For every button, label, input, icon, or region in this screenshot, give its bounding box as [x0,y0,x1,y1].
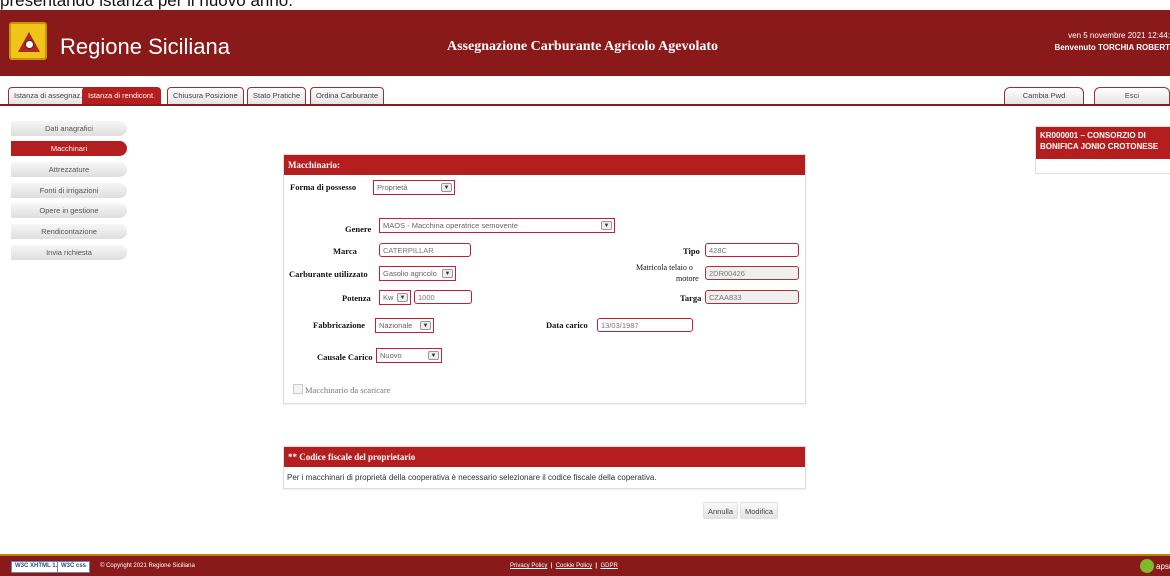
app-header: Regione Siciliana Assegnazione Carburant… [0,10,1170,76]
sidebar-item-dati-anagrafici[interactable]: Dati anagrafici [11,121,127,136]
macchinario-scaricare-checkbox[interactable] [293,384,303,394]
potenza-field[interactable]: 1000 [414,290,472,304]
macchinario-scaricare-label: Macchinario da scaricare [305,385,391,395]
copyright-text: © Copyright 2021 Regione Siciliana [100,563,195,569]
codice-fiscale-title: ** Codice fiscale del proprietario [284,447,805,467]
genere-select[interactable]: MAOS - Macchina operatrice semovente ▼ [379,218,615,233]
tipo-label: Tipo [683,246,700,256]
causale-carico-select[interactable]: Nuovo ▼ [376,348,442,363]
tab-istanza-rendicontazione[interactable]: Istanza di rendicont. [82,87,162,104]
codice-fiscale-note: Per i macchinari di proprietà della coop… [287,473,657,482]
matricola-field[interactable]: 2DR00426 [705,266,799,280]
account-card: KR000001 – CONSORZIO DI BONIFICA JONIO C… [1035,126,1170,174]
chevron-down-icon: ▼ [420,321,431,330]
tab-stato-pratiche[interactable]: Stato Pratiche [247,87,307,104]
tab-esci[interactable]: Esci [1094,87,1170,104]
app-title: Assegnazione Carburante Agricolo Agevola… [447,39,719,54]
data-carico-field[interactable]: 13/03/1987 [597,318,693,332]
sidebar-item-macchinari[interactable]: Macchinari [11,141,127,156]
macchinario-panel-title: Macchinario: [284,155,805,175]
matricola-label-line2: motore [676,274,699,283]
fabbricazione-label: Fabbricazione [313,320,365,330]
apsne-text: apsne [1156,562,1170,571]
footer-links: Privacy Policy | Cookie Policy | GDPR [510,563,618,569]
apsne-logo-icon [1140,559,1154,573]
codice-fiscale-panel: ** Codice fiscale del proprietario [283,446,806,489]
tab-chiusura-posizione[interactable]: Chiusura Posizione [167,87,244,104]
causale-carico-label: Causale Carico [317,352,373,362]
chevron-down-icon: ▼ [428,351,439,360]
matricola-label-line1: Matricola telaio o [636,263,693,272]
carburante-select[interactable]: Gasolio agricolo ▼ [379,266,456,281]
tipo-field[interactable]: 428C [705,243,799,257]
fabbricazione-select[interactable]: Nazionale ▼ [375,318,434,333]
tab-bar: Istanza di assegnaz. Istanza di rendicon… [0,76,1170,106]
chevron-down-icon: ▼ [601,221,612,230]
brand-name: Regione Siciliana [60,34,230,59]
tab-cambia-pwd[interactable]: Cambia Pwd [1004,87,1084,104]
marca-field[interactable]: CATERPILLAR [379,243,471,257]
chevron-down-icon: ▼ [397,293,408,302]
forma-possesso-label: Forma di possesso [290,182,357,192]
potenza-unit-select[interactable]: Kw ▼ [379,290,411,305]
header-date: ven 5 novembre 2021 12:44: [1068,31,1170,40]
potenza-label: Potenza [342,293,371,303]
data-carico-label: Data carico [546,320,588,330]
sidebar-item-invia-richiesta[interactable]: Invia richiesta [11,245,127,260]
modifica-button[interactable]: Modifica [740,502,778,519]
tab-ordina-carburante[interactable]: Ordina Carburante [310,87,385,104]
targa-field[interactable]: CZAA833 [705,290,799,304]
header-user: Benvenuto TORCHIA ROBERT [1054,43,1170,52]
marca-label: Marca [333,246,357,256]
regione-logo-icon[interactable] [9,22,47,60]
carburante-label: Carburante utilizzato [289,269,368,279]
targa-label: Targa [680,293,702,303]
sidebar-item-attrezzature[interactable]: Attrezzature [11,162,127,177]
privacy-policy-link[interactable]: Privacy Policy [510,563,547,569]
sidebar-item-rendicontazione[interactable]: Rendicontazione [11,224,127,239]
tab-istanza-assegnazione[interactable]: Istanza di assegnaz. [8,87,89,104]
chevron-down-icon: ▼ [441,183,452,192]
sidebar-item-fonti-irrigazioni[interactable]: Fonti di irrigazioni [11,183,127,198]
forma-possesso-select[interactable]: Proprietà ▼ [373,180,455,195]
gdpr-link[interactable]: GDPR [600,563,617,569]
genere-label: Genere [345,224,372,234]
account-card-title: KR000001 – CONSORZIO DI BONIFICA JONIO C… [1036,127,1170,159]
cookie-policy-link[interactable]: Cookie Policy [556,563,592,569]
w3c-css-badge[interactable]: W3C css [57,561,91,573]
annulla-button[interactable]: Annulla [703,502,739,519]
sidebar-item-opere-gestione[interactable]: Opere in gestione [11,203,127,218]
footer: W3C XHTML 1.0 W3C css © Copyright 2021 R… [0,554,1170,576]
chevron-down-icon: ▼ [442,269,453,278]
cropped-top-text: presentando istanza per il nuovo anno. [0,0,1170,10]
